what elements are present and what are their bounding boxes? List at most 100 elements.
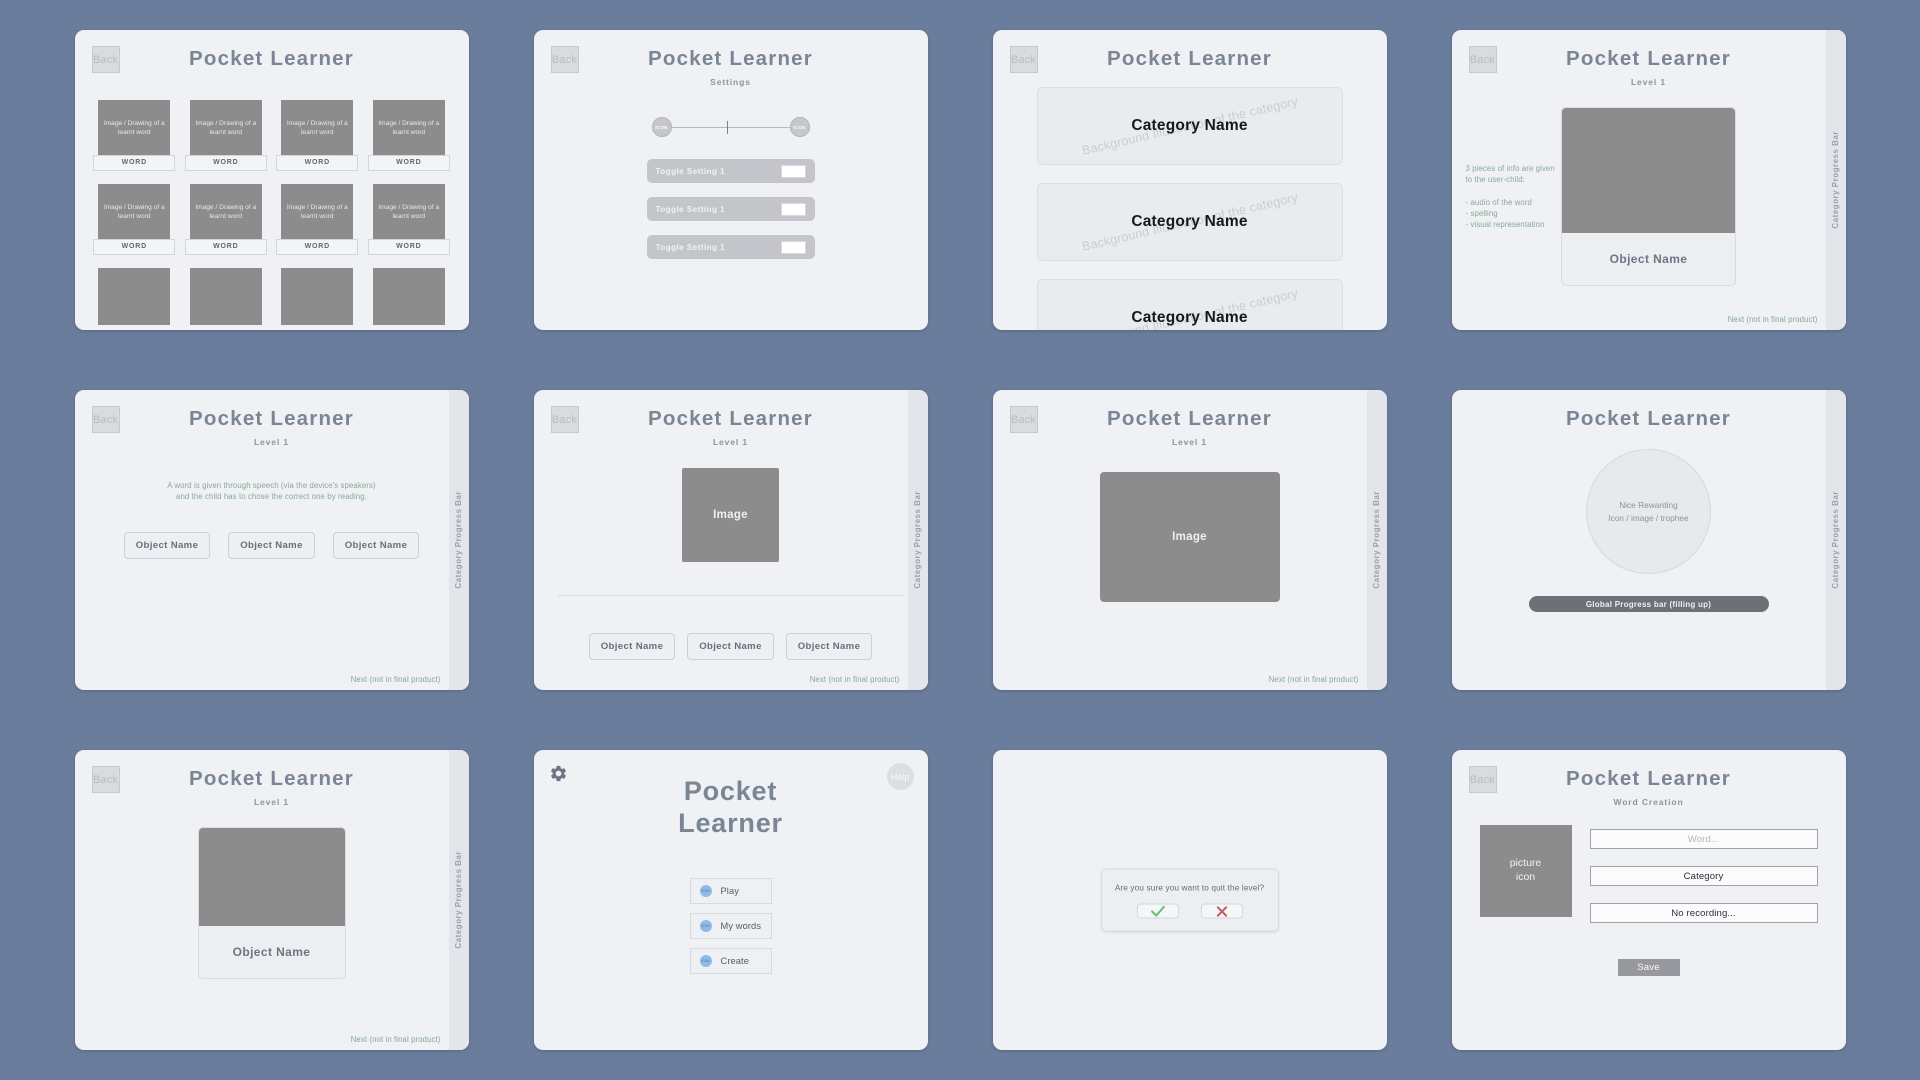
my-words-icon: ICON <box>699 919 712 932</box>
toggle-setting-row[interactable]: Toggle Setting 1 <box>646 159 815 183</box>
category-progress-bar: Category Progress Bar <box>1366 390 1387 690</box>
gear-icon[interactable] <box>549 764 568 788</box>
create-icon: ICON <box>699 954 712 967</box>
word-card[interactable]: Image / Drawing of a learnt word WORD <box>93 100 176 171</box>
word-input[interactable]: Word... <box>1589 829 1818 849</box>
back-button[interactable]: Back <box>91 406 120 433</box>
word-card[interactable]: Image / Drawing of a learnt word WORD <box>367 100 450 171</box>
word-label: WORD <box>367 239 450 255</box>
back-button[interactable]: Back <box>1468 766 1497 793</box>
slider-left-icon: ICON <box>651 117 672 137</box>
word-thumbnail <box>189 268 262 325</box>
screen-level1-learn-object: Back Pocket Learner Level 1 3 pieces of … <box>1451 30 1846 330</box>
category-card[interactable]: Background Illustration of the category … <box>1036 87 1343 165</box>
next-note[interactable]: Next (not in final product) <box>1728 315 1818 324</box>
toggle-switch[interactable] <box>780 240 806 254</box>
category-card[interactable]: Background Illustration of the category … <box>1036 279 1343 330</box>
screen-word-creation: Back Pocket Learner Word Creation pictur… <box>1451 750 1846 1050</box>
word-card[interactable] <box>189 268 262 330</box>
page-subtitle: Level 1 <box>1630 77 1667 87</box>
back-button[interactable]: Back <box>91 46 120 73</box>
toggle-setting-row[interactable]: Toggle Setting 1 <box>646 197 815 221</box>
toggle-switch[interactable] <box>780 164 806 178</box>
menu-item-my-words[interactable]: ICON My words <box>689 912 772 939</box>
cross-icon <box>1216 905 1227 917</box>
help-button[interactable]: Help <box>886 763 914 790</box>
word-card[interactable]: Image / Drawing of a learnt word WORD <box>184 100 267 171</box>
category-select[interactable]: Category <box>1589 866 1818 886</box>
screen-quit-dialog: Are you sure you want to quit the level? <box>992 750 1387 1050</box>
answer-option[interactable]: Object Name <box>687 633 774 660</box>
menu-item-create[interactable]: ICON Create <box>689 947 772 974</box>
screen-level1-image-only: Back Pocket Learner Level 1 Image Catego… <box>992 390 1387 690</box>
word-card[interactable]: Image / Drawing of a learnt word WORD <box>367 184 450 255</box>
word-card[interactable]: Image / Drawing of a learnt word WORD <box>276 100 359 171</box>
word-thumbnail: Image / Drawing of a learnt word <box>372 184 445 241</box>
confirm-button[interactable] <box>1136 903 1179 919</box>
picture-icon-placeholder[interactable]: picture icon <box>1479 825 1572 917</box>
page-title: Pocket Learner <box>1566 407 1731 430</box>
word-card[interactable] <box>281 268 354 330</box>
category-progress-label: Category Progress Bar <box>1831 491 1840 589</box>
object-name: Object Name <box>1609 252 1688 266</box>
toggle-switch[interactable] <box>780 202 806 216</box>
checkmark-icon <box>1150 905 1165 917</box>
answer-option[interactable]: Object Name <box>123 531 211 559</box>
word-thumbnail <box>372 268 445 325</box>
word-thumbnail: Image / Drawing of a learnt word <box>98 184 171 241</box>
back-button[interactable]: Back <box>550 406 579 433</box>
page-title: Pocket Learner <box>1107 47 1272 70</box>
toggle-label: Toggle Setting 1 <box>655 242 725 252</box>
back-button[interactable]: Back <box>1009 46 1038 73</box>
play-icon: ICON <box>699 884 712 897</box>
back-button[interactable]: Back <box>1468 46 1497 73</box>
word-thumbnail: Image / Drawing of a learnt word <box>189 100 262 157</box>
toggle-setting-row[interactable]: Toggle Setting 1 <box>646 235 815 259</box>
back-button[interactable]: Back <box>550 46 579 73</box>
object-card[interactable]: Object Name <box>1561 107 1736 286</box>
object-image-placeholder <box>1562 108 1735 233</box>
screen-home: Help Pocket Learner ICON Play ICON My wo… <box>533 750 928 1050</box>
word-card[interactable]: Image / Drawing of a learnt word WORD <box>93 184 176 255</box>
word-card[interactable]: Image / Drawing of a learnt word WORD <box>276 184 359 255</box>
word-card[interactable] <box>372 268 445 330</box>
category-card[interactable]: Background Illustration of the category … <box>1036 183 1343 261</box>
back-button[interactable]: Back <box>91 766 120 793</box>
object-card[interactable]: Object Name <box>197 827 346 979</box>
answer-option[interactable]: Object Name <box>332 531 420 559</box>
toggle-list: Toggle Setting 1 Toggle Setting 1 Toggle… <box>534 159 928 259</box>
save-button[interactable]: Save <box>1617 959 1680 976</box>
question-image-placeholder: Image <box>1099 472 1280 602</box>
next-note[interactable]: Next (not in final product) <box>810 675 900 684</box>
answer-option[interactable]: Object Name <box>785 633 873 660</box>
menu-item-play[interactable]: ICON Play <box>689 877 772 904</box>
back-button[interactable]: Back <box>1009 406 1038 433</box>
word-card[interactable]: Image / Drawing of a learnt word WORD <box>184 184 267 255</box>
global-progress-bar: Global Progress bar (filling up) <box>1528 596 1769 612</box>
volume-slider[interactable]: ICON ICON <box>534 117 928 137</box>
slider-track[interactable] <box>671 120 790 134</box>
next-note[interactable]: Next (not in final product) <box>351 675 441 684</box>
page-title: Pocket Learner <box>648 47 813 70</box>
page-subtitle: Level 1 <box>253 437 290 447</box>
cancel-button[interactable] <box>1200 903 1243 919</box>
toggle-label: Toggle Setting 1 <box>655 204 725 214</box>
answer-option[interactable]: Object Name <box>588 633 676 660</box>
page-subtitle: Settings <box>710 77 751 87</box>
word-thumbnail <box>281 268 354 325</box>
slider-knob[interactable] <box>726 120 729 134</box>
category-list: Background Illustration of the category … <box>993 71 1387 330</box>
recording-button[interactable]: No recording... <box>1589 903 1818 923</box>
word-label: WORD <box>184 239 267 255</box>
category-name: Category Name <box>1131 213 1248 230</box>
category-progress-bar: Category Progress Bar <box>448 390 469 690</box>
home-title-line1: Pocket <box>683 776 778 806</box>
screen-category-select: Back Pocket Learner Background Illustrat… <box>992 30 1387 330</box>
next-note[interactable]: Next (not in final product) <box>1269 675 1359 684</box>
category-progress-bar: Category Progress Bar <box>448 750 469 1050</box>
answer-option[interactable]: Object Name <box>228 531 315 559</box>
word-label: WORD <box>93 155 176 171</box>
next-note[interactable]: Next (not in final product) <box>351 1035 441 1044</box>
form-fields: Word... Category No recording... <box>1589 825 1818 923</box>
word-card[interactable] <box>98 268 171 330</box>
